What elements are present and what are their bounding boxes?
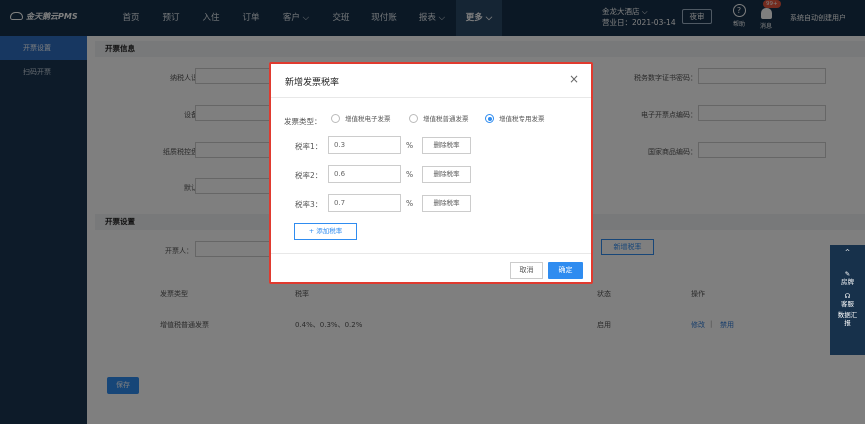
customer-service-label: 客服 xyxy=(841,300,854,308)
right-toolbar: ^ ✎ 房牌 ☊ 客服 数据汇报 xyxy=(830,245,865,355)
radio-label: 增值税电子发票 xyxy=(345,115,391,123)
cancel-button[interactable]: 取消 xyxy=(510,262,543,279)
confirm-button[interactable]: 确定 xyxy=(548,262,583,279)
header-divider xyxy=(271,97,591,98)
radio-vat-special[interactable]: 增值税专用发票 xyxy=(485,114,545,125)
footer-divider xyxy=(271,253,591,254)
rate-3-unit: % xyxy=(406,199,414,208)
wrench-icon: ✎ xyxy=(844,270,851,278)
radio-label: 增值税普通发票 xyxy=(423,115,469,123)
invoice-type-label: 发票类型： xyxy=(284,117,322,126)
rate-3-delete-button[interactable]: 删除税率 xyxy=(422,195,471,212)
rate-2-unit: % xyxy=(406,170,414,179)
rate-1-label: 税率1： xyxy=(295,142,323,151)
rate-3-label: 税率3： xyxy=(295,200,323,209)
rate-1-input[interactable]: 0.3 xyxy=(328,136,401,154)
rate-2-label: 税率2： xyxy=(295,171,323,180)
radio-circle-icon xyxy=(409,114,418,123)
room-card-label: 房牌 xyxy=(841,278,854,286)
radio-vat-electronic[interactable]: 增值税电子发票 xyxy=(331,114,391,125)
rate-1-unit: % xyxy=(406,141,414,150)
dialog-title: 新增发票税率 xyxy=(285,78,340,88)
rate-2-input[interactable]: 0.6 xyxy=(328,165,401,183)
scroll-top-button[interactable]: ^ xyxy=(830,245,865,267)
rate-2-delete-button[interactable]: 删除税率 xyxy=(422,166,471,183)
close-icon[interactable]: × xyxy=(569,73,579,85)
headset-icon: ☊ xyxy=(844,292,851,300)
add-rate-button[interactable]: + 添加税率 xyxy=(294,223,357,240)
chevron-up-icon: ^ xyxy=(844,248,851,256)
add-tax-rate-dialog: 新增发票税率 × 发票类型： 增值税电子发票 增值税普通发票 增值税专用发票 税… xyxy=(269,62,593,284)
data-report-button[interactable]: 数据汇报 xyxy=(830,311,865,333)
rate-3-input[interactable]: 0.7 xyxy=(328,194,401,212)
data-report-label: 数据汇报 xyxy=(837,311,858,327)
radio-checked-icon xyxy=(485,114,494,123)
room-card-button[interactable]: ✎ 房牌 xyxy=(830,267,865,289)
radio-circle-icon xyxy=(331,114,340,123)
radio-label: 增值税专用发票 xyxy=(499,115,545,123)
customer-service-button[interactable]: ☊ 客服 xyxy=(830,289,865,311)
radio-vat-ordinary[interactable]: 增值税普通发票 xyxy=(409,114,469,125)
rate-1-delete-button[interactable]: 删除税率 xyxy=(422,137,471,154)
